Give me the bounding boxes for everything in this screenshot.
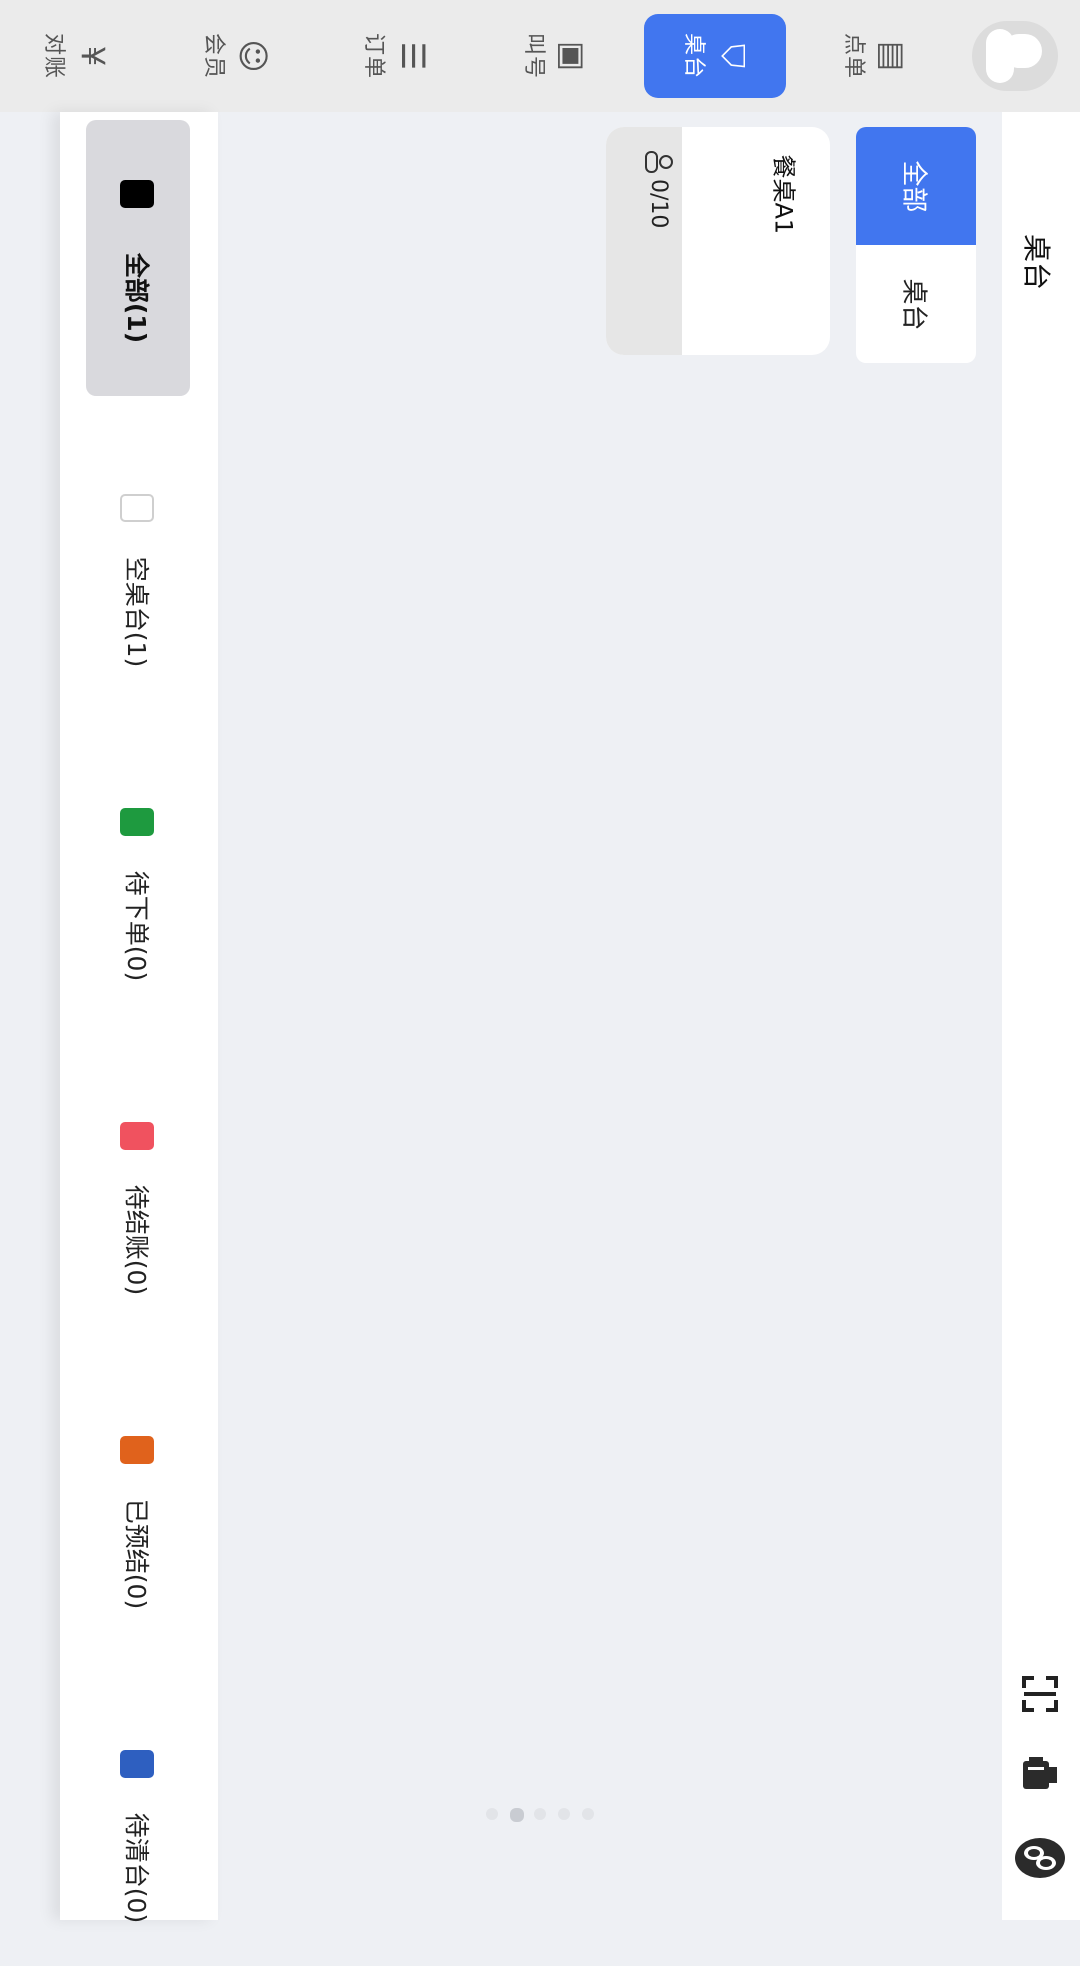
nav-tab-content: ☺ 会员 xyxy=(200,32,272,80)
nav-tab-orders[interactable]: ☰ 订单 xyxy=(324,14,466,98)
table-seat-text: 0/10 xyxy=(646,179,672,229)
status-label: 待清台(0) xyxy=(122,1812,151,1924)
category-table-label: 桌台 xyxy=(898,277,929,331)
nav-tab-member[interactable]: ☺ 会员 xyxy=(164,14,306,98)
pagination-dot[interactable] xyxy=(486,1808,498,1820)
category-all-button[interactable]: 全部 xyxy=(856,127,976,245)
status-color-swatch xyxy=(120,808,154,836)
nav-tab-order_food[interactable]: ▤ 点单 xyxy=(804,14,946,98)
table-status-panel: 全部(1) 空桌台(1) 待下单(0) 待结账(0) 已预结(0) 待清台(0) xyxy=(60,112,218,1923)
nav-tab-content: ☰ 订单 xyxy=(360,32,432,80)
status-label: 全部(1) xyxy=(122,252,151,344)
nav-tab-label: 桌台 xyxy=(680,32,706,80)
status-color-swatch xyxy=(120,1122,154,1150)
nav-tab-label: 点单 xyxy=(840,32,866,80)
nav-tab-label: 订单 xyxy=(360,32,386,80)
status-color-swatch xyxy=(120,494,154,522)
queue-number-icon: ▣ xyxy=(553,40,592,72)
category-all-label: 全部 xyxy=(898,159,929,213)
pagination-dot[interactable] xyxy=(558,1808,570,1820)
status-filter-item[interactable]: 待清台(0) xyxy=(86,1690,190,1966)
yen-coin-icon: ¥ xyxy=(73,45,112,67)
status-label: 空桌台(1) xyxy=(122,556,151,668)
menu-book-icon: ▤ xyxy=(873,40,912,72)
table-seat-count: 0/10 xyxy=(644,149,674,228)
printer-icon[interactable] xyxy=(1018,1752,1062,1796)
status-label: 待结账(0) xyxy=(122,1184,151,1296)
avatar[interactable] xyxy=(972,21,1058,91)
table-name: 餐桌A1 xyxy=(769,154,798,235)
status-filter-item[interactable]: 已预结(0) xyxy=(86,1376,190,1652)
member-icon: ☺ xyxy=(233,39,272,73)
scan-icon[interactable] xyxy=(1018,1672,1062,1716)
nav-tab-reconcile[interactable]: ¥ 对账 xyxy=(4,14,146,98)
pagination-dot[interactable] xyxy=(510,1808,524,1822)
status-filter-item[interactable]: 全部(1) xyxy=(86,120,190,396)
avatar-body-shape xyxy=(986,29,1014,83)
scan-icon-svg xyxy=(1022,1676,1058,1712)
dining-table-icon: ⛉ xyxy=(713,43,752,69)
person-icon xyxy=(645,151,673,173)
peanut-logo-svg xyxy=(1015,1838,1065,1878)
nav-tab-label: 会员 xyxy=(200,32,226,80)
status-filter-item[interactable]: 待结账(0) xyxy=(86,1062,190,1338)
status-label: 待下单(0) xyxy=(122,870,151,982)
nav-tab-content: ⛉ 桌台 xyxy=(680,32,752,80)
category-table-button[interactable]: 桌台 xyxy=(856,245,976,363)
pagination-dot[interactable] xyxy=(582,1808,594,1820)
status-color-swatch xyxy=(120,1436,154,1464)
table-card[interactable]: 餐桌A1 0/10 xyxy=(606,127,830,355)
page-title: 桌台 xyxy=(1020,233,1053,290)
status-color-swatch xyxy=(120,180,154,208)
printer-icon-svg xyxy=(1023,1757,1057,1789)
nav-tab-content: ¥ 对账 xyxy=(40,32,112,80)
nav-tab-content: ▣ 叫号 xyxy=(520,32,592,80)
pagination-dot[interactable] xyxy=(534,1808,546,1820)
status-label: 已预结(0) xyxy=(122,1498,151,1610)
nav-tab-content: ▤ 点单 xyxy=(840,32,912,80)
nav-tab-table[interactable]: ⛉ 桌台 xyxy=(644,14,786,98)
right-side-panel: 桌台 xyxy=(1002,112,1080,1920)
nav-tabs: ▤ 点单 ⛉ 桌台 ▣ 叫号 ☰ 订单 ☺ 会员 ¥ 对账 xyxy=(4,14,946,98)
status-color-swatch xyxy=(120,1750,154,1778)
nav-tab-queue[interactable]: ▣ 叫号 xyxy=(484,14,626,98)
top-nav-bar: ▤ 点单 ⛉ 桌台 ▣ 叫号 ☰ 订单 ☺ 会员 ¥ 对账 xyxy=(0,0,1080,112)
status-filter-item[interactable]: 待下单(0) xyxy=(86,748,190,1024)
nav-tab-label: 对账 xyxy=(40,32,66,80)
status-filter-item[interactable]: 空桌台(1) xyxy=(86,434,190,710)
order-list-icon: ☰ xyxy=(393,41,432,71)
peanut-logo-icon[interactable] xyxy=(1014,1836,1066,1880)
nav-tab-label: 叫号 xyxy=(520,32,546,80)
